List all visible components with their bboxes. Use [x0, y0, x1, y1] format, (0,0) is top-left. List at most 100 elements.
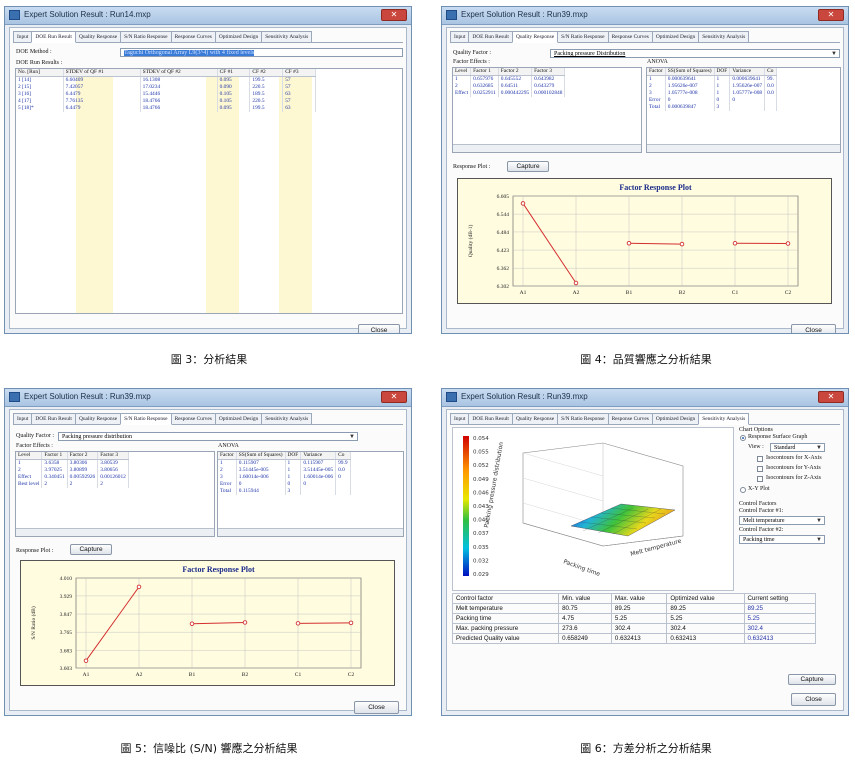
tab-response-curves[interactable]: Response Curves [607, 31, 653, 42]
column-header[interactable]: Variance [729, 68, 766, 76]
table-row[interactable]: Predicted Quality value 0.658249 0.632413 0… [451, 633, 816, 644]
column-header[interactable]: Factor 1 [41, 452, 68, 460]
close-icon[interactable]: ✕ [818, 391, 844, 403]
quality-factor-select[interactable]: Packing pressure Distribution ▼ [550, 49, 840, 58]
column-header[interactable]: CF #1 [217, 69, 251, 77]
doe-results-grid[interactable]: No. [Run] STDEV of QF #1 STDEV of QF #2 CF … [15, 68, 403, 314]
table-row[interactable]: 2 3.51445e-005 1 3.51445e-005 0.0 [218, 467, 351, 474]
table-row[interactable]: Total 0.000639847 3 [647, 104, 777, 111]
horizontal-scrollbar[interactable] [453, 144, 641, 152]
tab-optimized-design[interactable]: Optimized Design [651, 31, 700, 42]
close-button[interactable]: Close [358, 324, 400, 333]
title-bar[interactable]: Expert Solution Result : Run39.mxp ✕ [442, 389, 848, 407]
table-row[interactable]: Packing time 4.75 5.25 5.25 5.25 [451, 613, 816, 624]
xy-plot-radio[interactable] [740, 487, 746, 493]
tab-doe-run-result[interactable]: DOE Run Result [468, 413, 513, 424]
column-header[interactable]: Factor 3 [97, 452, 129, 460]
tab-sensitivity-analysis[interactable]: Sensitivity Analysis [261, 413, 313, 424]
tab-s-n-ratio-response[interactable]: S/N Ratio Response [120, 413, 172, 425]
column-header[interactable]: SS(Sum of Squares) [665, 68, 715, 76]
isocontour-z-checkbox[interactable] [757, 476, 763, 482]
tab-input[interactable]: Input [13, 31, 33, 42]
isocontour-x-checkbox[interactable] [757, 456, 763, 462]
view-select[interactable]: Standard ▼ [770, 443, 825, 452]
table-row[interactable]: Effect 0.0252911 0.000442295 0.000102848 [453, 90, 566, 97]
tab-response-curves[interactable]: Response Curves [170, 413, 216, 424]
table-row[interactable]: 1 0.657976 0.645552 0.643982 [453, 75, 566, 83]
table-row[interactable]: 1 [14] 6.60409 16.1308 0.095 199.5 57 [16, 76, 316, 84]
tab-quality-response[interactable]: Quality Response [74, 31, 122, 42]
column-header[interactable]: Co [764, 68, 777, 76]
close-icon[interactable]: ✕ [381, 391, 407, 403]
column-header[interactable]: Factor 1 [470, 68, 499, 76]
table-row[interactable]: 5 [18]* 6.4479 18.4766 0.095 199.5 63 [16, 105, 316, 112]
table-row[interactable]: Error 0 0 0 [647, 97, 777, 104]
response-surface-graph[interactable]: 0.054 0.055 0.052 0.049 0.046 0.043 0.040 0.037… [452, 427, 734, 591]
horizontal-scrollbar[interactable] [647, 144, 840, 152]
column-header[interactable]: Factor 3 [531, 68, 566, 76]
table-row[interactable]: 2 3.97025 3.80899 3.80656 [16, 467, 129, 474]
tab-doe-run-result[interactable]: DOE Run Result [468, 31, 513, 42]
tab-quality-response[interactable]: Quality Response [511, 413, 559, 424]
column-header[interactable]: CF #3 [282, 69, 316, 77]
capture-button[interactable]: Capture [788, 674, 836, 685]
table-row[interactable]: Best level 2 2 2 [16, 481, 129, 488]
close-icon[interactable]: ✕ [381, 9, 407, 21]
table-row[interactable]: 2 [15] 7.42057 17.0234 0.090 220.5 57 [16, 84, 316, 91]
title-bar[interactable]: Expert Solution Result : Run39.mxp ✕ [5, 389, 411, 407]
column-header[interactable]: DOF [285, 452, 302, 460]
control-factor2-select[interactable]: Packing time ▼ [739, 535, 825, 544]
response-surface-radio[interactable] [740, 435, 746, 441]
tab-optimized-design[interactable]: Optimized Design [214, 31, 263, 42]
tab-s-n-ratio-response[interactable]: S/N Ratio Response [557, 413, 609, 424]
tab-response-curves[interactable]: Response Curves [170, 31, 216, 42]
tab-quality-response[interactable]: Quality Response [511, 31, 559, 43]
column-header[interactable]: Factor 2 [498, 68, 533, 76]
column-header[interactable]: No. [Run] [16, 69, 64, 77]
table-row[interactable]: 4 [17] 7.76135 18.4766 0.105 220.5 57 [16, 98, 316, 105]
tab-optimized-design[interactable]: Optimized Design [214, 413, 263, 424]
doe-method-field[interactable]: Taguchi Orthogonal Array L9(3^4) with 4 … [120, 48, 403, 57]
table-row[interactable]: Melt temperature 80.75 89.25 89.25 89.25 [451, 603, 816, 614]
title-bar[interactable]: Expert Solution Result : Run39.mxp ✕ [442, 7, 848, 25]
column-header[interactable]: SS(Sum of Squares) [236, 452, 286, 460]
table-row[interactable]: 1 0.115907 1 0.115907 99.9 [218, 459, 351, 467]
column-header[interactable]: Level [16, 452, 43, 460]
factor-effects-grid[interactable]: Level Factor 1 Factor 2 Factor 3 1 0.657976 0.… [452, 67, 642, 153]
horizontal-scrollbar[interactable] [16, 528, 214, 536]
tab-input[interactable]: Input [450, 413, 470, 424]
tab-s-n-ratio-response[interactable]: S/N Ratio Response [120, 31, 172, 42]
tab-s-n-ratio-response[interactable]: S/N Ratio Response [557, 31, 609, 42]
column-header[interactable]: Co [335, 452, 351, 460]
table-row[interactable]: Effect 0.340451 0.00592926 0.00126012 [16, 474, 129, 481]
column-header[interactable]: Variance [300, 452, 337, 460]
table-row[interactable]: Error 0 0 0 [218, 481, 351, 488]
capture-button[interactable]: Capture [70, 544, 112, 555]
anova-grid[interactable]: Factor SS(Sum of Squares) DOF Variance Co 1 0.… [646, 67, 841, 153]
anova-grid[interactable]: Factor SS(Sum of Squares) DOF Variance Co 1 0.… [217, 451, 404, 537]
column-header[interactable]: Level [453, 68, 472, 76]
close-icon[interactable]: ✕ [818, 9, 844, 21]
column-header[interactable]: CF #2 [249, 69, 284, 77]
close-button[interactable]: Close [791, 324, 836, 333]
table-row[interactable]: 2 0.632685 0.64511 0.643279 [453, 83, 566, 90]
column-header[interactable]: DOF [714, 68, 731, 76]
tab-doe-run-result[interactable]: DOE Run Result [31, 413, 76, 424]
column-header[interactable]: Factor [218, 452, 237, 460]
column-header[interactable]: Factor [647, 68, 666, 76]
close-button[interactable]: Close [791, 693, 836, 706]
tab-sensitivity-analysis[interactable]: Sensitivity Analysis [698, 413, 750, 425]
tab-input[interactable]: Input [450, 31, 470, 42]
capture-button[interactable]: Capture [507, 161, 549, 172]
tab-sensitivity-analysis[interactable]: Sensitivity Analysis [698, 31, 750, 42]
table-row[interactable]: Max. packing pressure 273.6 302.4 302.4 302.… [451, 623, 816, 634]
tab-input[interactable]: Input [13, 413, 33, 424]
tab-quality-response[interactable]: Quality Response [74, 413, 122, 424]
factor-effects-grid[interactable]: Level Factor 1 Factor 2 Factor 3 1 3.6358 3.80… [15, 451, 215, 537]
column-header[interactable]: STDEV of QF #2 [140, 69, 218, 77]
tab-sensitivity-analysis[interactable]: Sensitivity Analysis [261, 31, 313, 42]
tab-optimized-design[interactable]: Optimized Design [651, 413, 700, 424]
table-row[interactable]: 2 1.95626e-007 1 1.95626e-007 0.0 [647, 83, 777, 90]
control-factor1-select[interactable]: Melt temperature ▼ [739, 516, 825, 525]
close-button[interactable]: Close [354, 701, 399, 714]
